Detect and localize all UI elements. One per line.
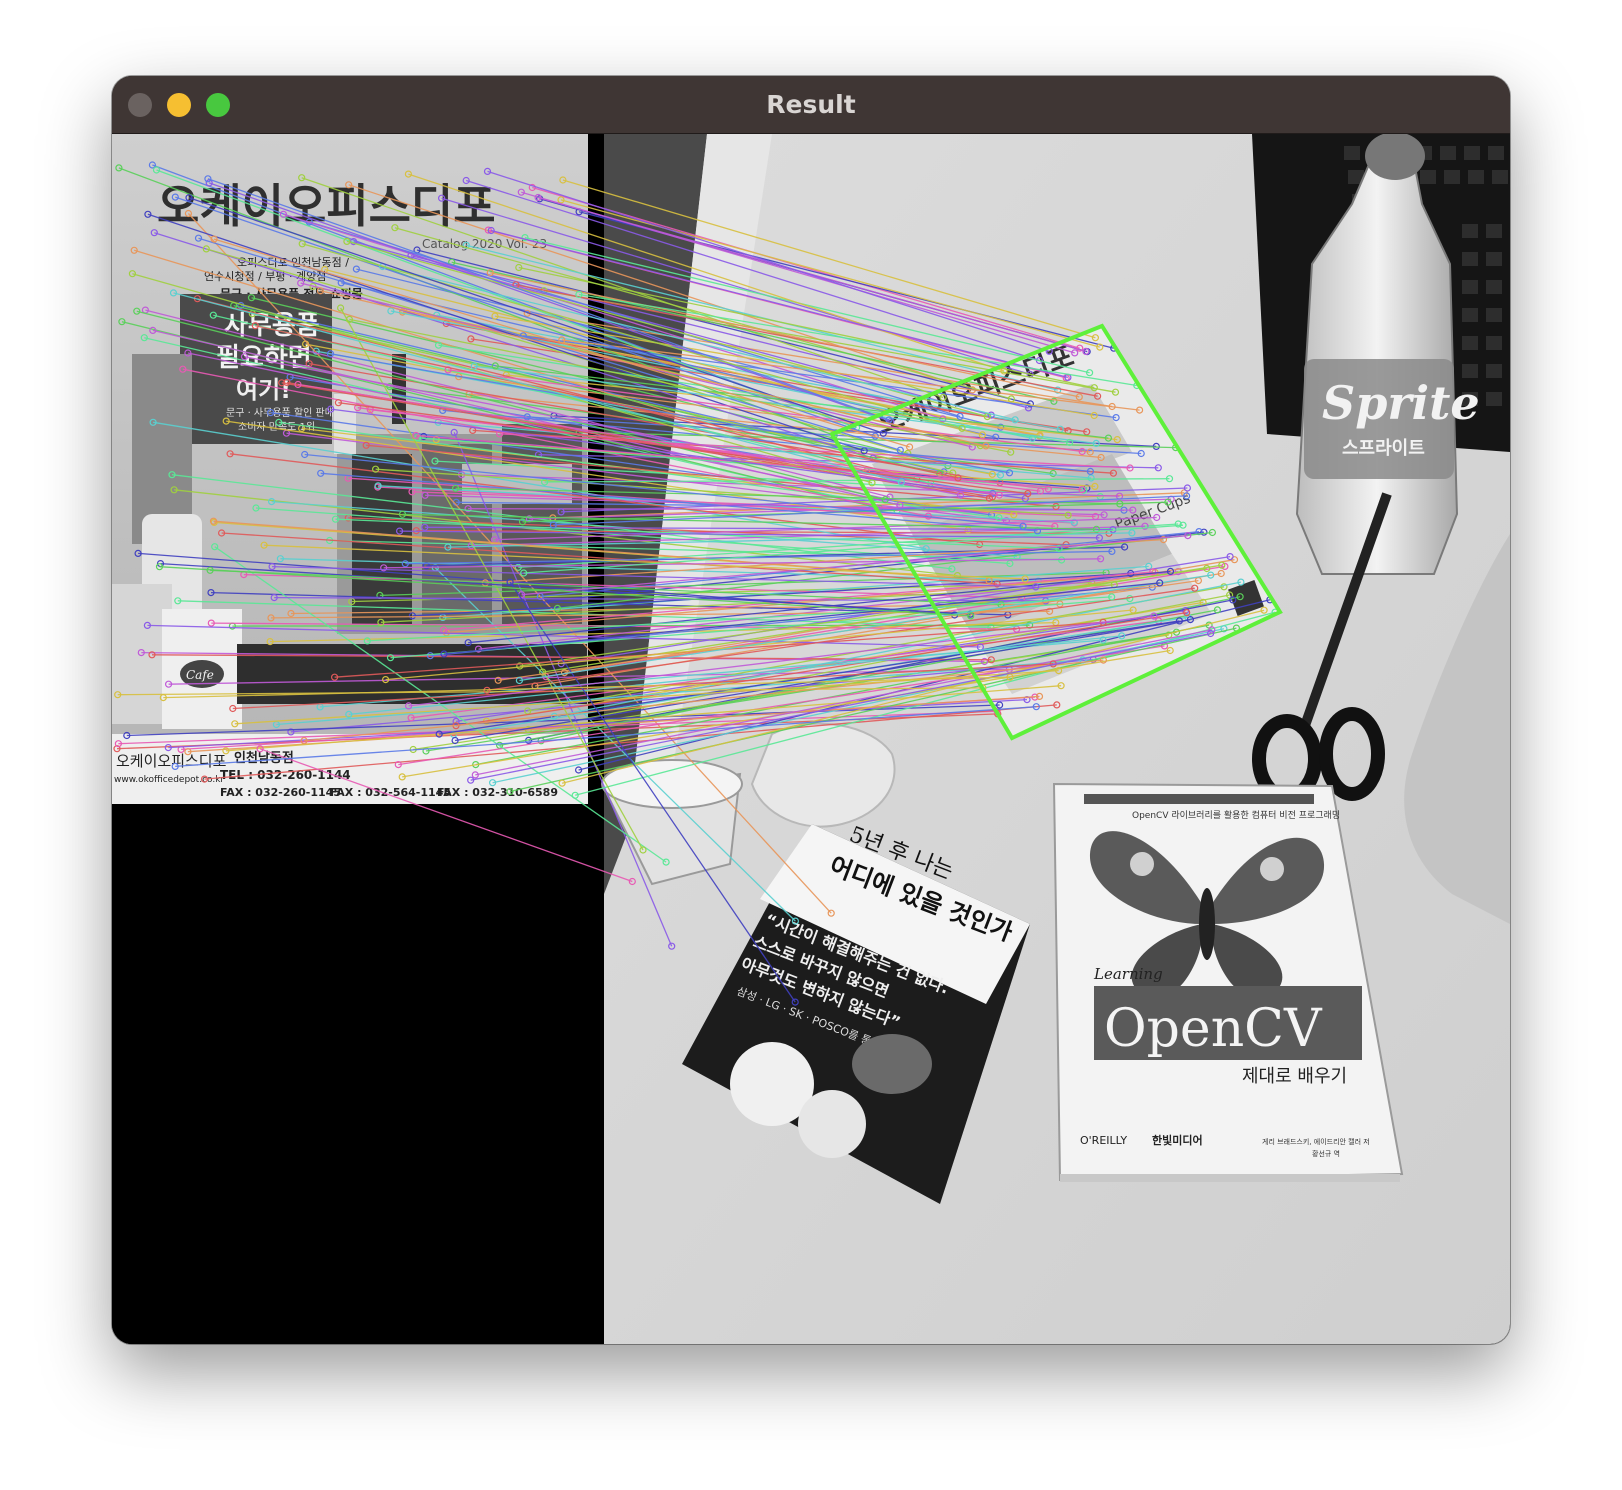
- book2-learning: Learning: [1093, 965, 1163, 983]
- query-fax-1: FAX : 032-260-1145: [220, 786, 341, 799]
- bottle-korean: 스프라이트: [1342, 438, 1425, 459]
- query-sub-1: 문구 · 사무용품 할인 판매: [226, 407, 334, 419]
- book2-title: OpenCV: [1104, 999, 1323, 1059]
- title-bar[interactable]: Result: [112, 76, 1510, 134]
- query-cup-label: Cafe: [186, 668, 214, 682]
- query-footer-brand: 오케이오피스디포: [116, 752, 227, 770]
- book2-subtitle: 제대로 배우기: [1242, 1066, 1347, 1087]
- result-image: Sprite 스프라이트 Paper Cups 5년 후 나는 어디에 있을 것…: [112, 134, 1510, 1344]
- query-title: 오케이오피스디포: [157, 179, 496, 233]
- query-fax-2: FAX : 032-564-1145: [330, 786, 451, 799]
- window-title: Result: [766, 90, 856, 119]
- bottle-brand: Sprite: [1322, 376, 1480, 430]
- book2-publisher-1: O'REILLY: [1080, 1134, 1127, 1147]
- scene-image: Sprite 스프라이트 Paper Cups 5년 후 나는 어디에 있을 것…: [601, 134, 1510, 1344]
- result-window: Result Sprite 스프라이트 Paper Cups 5년 후 나는 어…: [112, 76, 1510, 1344]
- book2-translator: 황선규 역: [1312, 1149, 1340, 1158]
- book2-publisher-2: 한빛미디어: [1152, 1133, 1203, 1147]
- book2-authors: 게리 브래드스키, 에이드리안 캘러 저: [1262, 1137, 1370, 1146]
- query-fax-3: FAX : 032-310-6589: [437, 786, 558, 799]
- query-tel: TEL : 032-260-1144: [220, 768, 351, 782]
- book2-series: OpenCV 라이브러리를 활용한 컴퓨터 비전 프로그래밍: [1132, 809, 1340, 821]
- match-canvas: Sprite 스프라이트 Paper Cups 5년 후 나는 어디에 있을 것…: [112, 134, 1510, 1344]
